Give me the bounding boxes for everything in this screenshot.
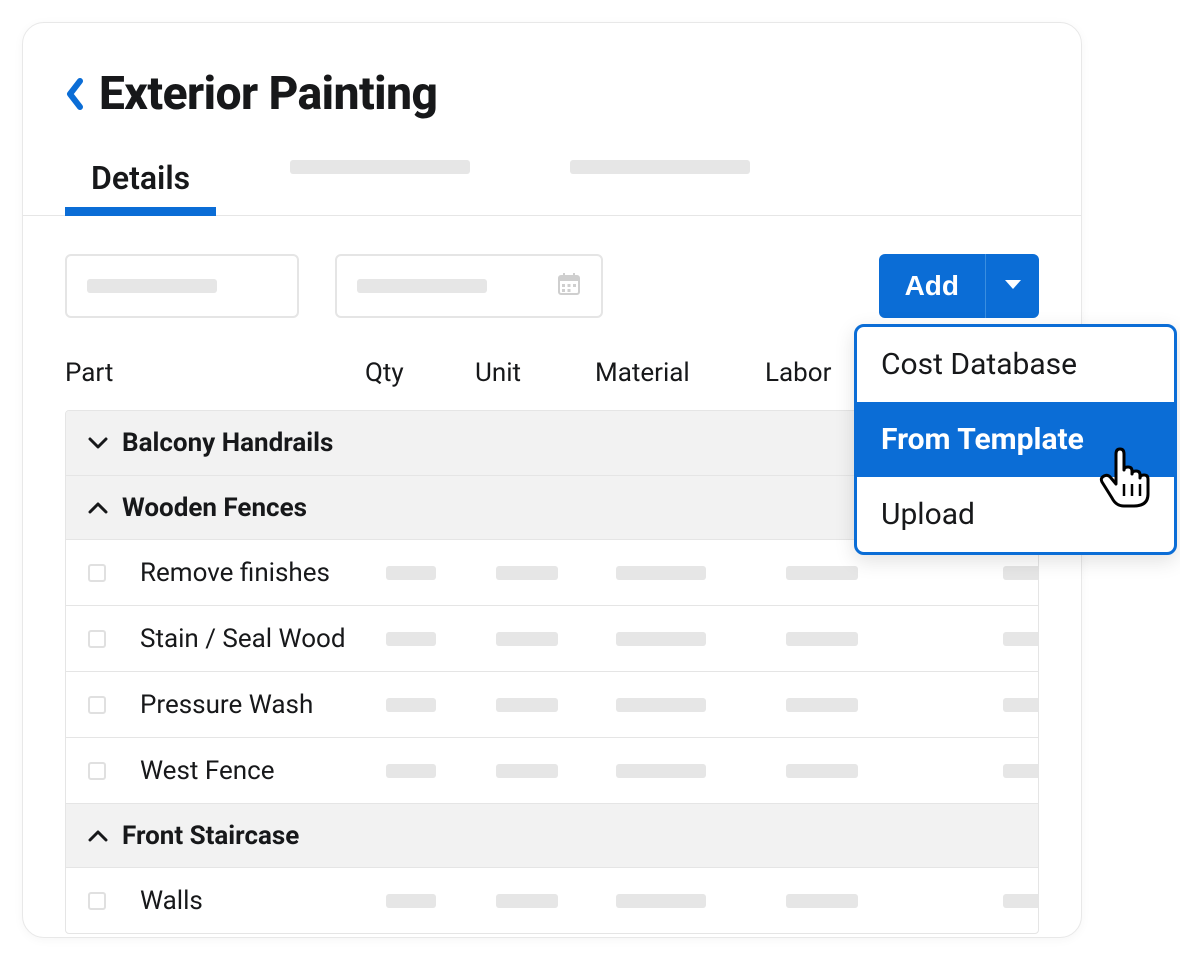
placeholder-bar	[1003, 894, 1039, 908]
row-label: Stain / Seal Wood	[128, 624, 386, 654]
row-label: Walls	[128, 886, 386, 916]
placeholder-bar	[1003, 632, 1039, 646]
checkbox[interactable]	[88, 564, 106, 582]
chevron-down-icon	[88, 436, 108, 450]
add-dropdown-toggle[interactable]	[985, 254, 1039, 318]
placeholder-bar	[386, 698, 436, 712]
table-row[interactable]: Stain / Seal Wood	[66, 605, 1038, 671]
group-label: Balcony Handrails	[122, 428, 333, 458]
checkbox[interactable]	[88, 762, 106, 780]
add-split-button: Add	[879, 254, 1039, 318]
row-label: West Fence	[128, 756, 386, 786]
date-input[interactable]	[335, 254, 603, 318]
placeholder-bar	[570, 160, 750, 174]
placeholder-bar	[616, 698, 706, 712]
placeholder-bar	[616, 894, 706, 908]
back-icon[interactable]	[65, 77, 85, 111]
placeholder-bar	[87, 279, 217, 293]
placeholder-bar	[496, 764, 558, 778]
placeholder-bar	[786, 894, 858, 908]
placeholder-bar	[616, 566, 706, 580]
placeholder-bar	[357, 279, 487, 293]
row-label: Pressure Wash	[128, 690, 386, 720]
tab-placeholder-2[interactable]	[544, 160, 776, 214]
placeholder-bar	[386, 632, 436, 646]
placeholder-bar	[290, 160, 470, 174]
group-label: Wooden Fences	[122, 493, 307, 523]
group-label: Front Staircase	[122, 821, 299, 851]
placeholder-bar	[616, 632, 706, 646]
placeholder-bar	[496, 566, 558, 580]
tab-details-label: Details	[91, 159, 190, 197]
chevron-up-icon	[88, 829, 108, 843]
tabs-bar: Details	[23, 131, 1081, 216]
checkbox[interactable]	[88, 696, 106, 714]
col-material: Material	[595, 358, 765, 388]
placeholder-bar	[496, 632, 558, 646]
dropdown-item-cost-database[interactable]: Cost Database	[857, 327, 1174, 402]
placeholder-bar	[786, 764, 858, 778]
chevron-up-icon	[88, 501, 108, 515]
table-row[interactable]: Pressure Wash	[66, 671, 1038, 737]
filter-input[interactable]	[65, 254, 299, 318]
placeholder-bar	[786, 566, 858, 580]
table-row[interactable]: West Fence	[66, 737, 1038, 803]
placeholder-bar	[786, 698, 858, 712]
pointer-cursor-icon	[1094, 444, 1152, 516]
placeholder-bar	[496, 894, 558, 908]
group-row-front-staircase[interactable]: Front Staircase	[66, 803, 1038, 867]
placeholder-bar	[386, 764, 436, 778]
placeholder-bar	[496, 698, 558, 712]
checkbox[interactable]	[88, 892, 106, 910]
table-row[interactable]: Walls	[66, 867, 1038, 933]
col-qty: Qty	[365, 358, 475, 388]
col-part: Part	[65, 358, 365, 388]
placeholder-bar	[1003, 566, 1039, 580]
add-button[interactable]: Add	[879, 254, 985, 318]
placeholder-bar	[1003, 698, 1039, 712]
calendar-icon	[557, 272, 581, 300]
placeholder-bar	[386, 894, 436, 908]
page-title: Exterior Painting	[99, 67, 437, 121]
placeholder-bar	[386, 566, 436, 580]
placeholder-bar	[786, 632, 858, 646]
placeholder-bar	[616, 764, 706, 778]
tab-details[interactable]: Details	[65, 159, 216, 215]
caret-down-icon	[1004, 279, 1022, 294]
placeholder-bar	[1003, 764, 1039, 778]
add-dropdown-menu: Cost Database From Template Upload	[854, 324, 1177, 555]
page-header: Exterior Painting	[23, 23, 1081, 131]
row-label: Remove finishes	[128, 558, 386, 588]
tab-placeholder-1[interactable]	[264, 160, 496, 214]
toolbar: Add	[23, 216, 1081, 340]
checkbox[interactable]	[88, 630, 106, 648]
col-unit: Unit	[475, 358, 595, 388]
